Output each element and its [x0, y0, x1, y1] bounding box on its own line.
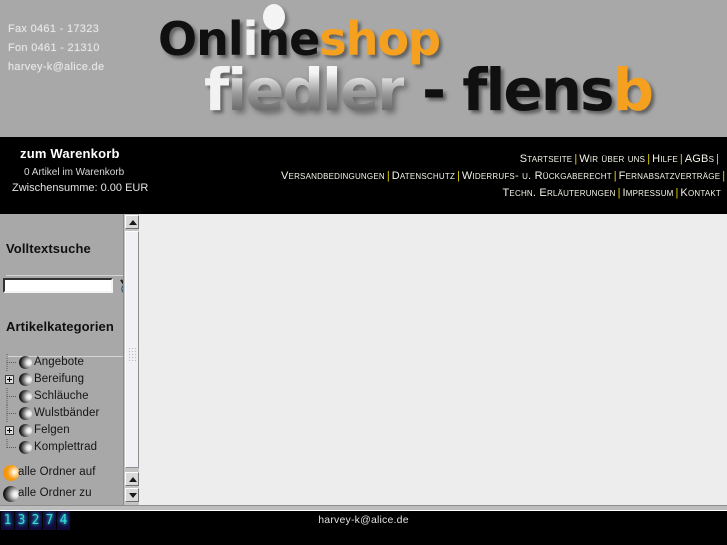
tree-item-komplettrad[interactable]: Komplettrad	[0, 439, 135, 456]
cart-subtotal: Zwischensumme: 0.00 EUR	[12, 182, 149, 194]
tree-bullet-icon	[19, 441, 32, 454]
expand-all-label: alle Ordner auf	[18, 466, 96, 478]
tree-item-felgen[interactable]: Felgen	[0, 422, 135, 439]
search-heading: Volltextsuche	[6, 241, 91, 256]
search-input[interactable]	[3, 278, 113, 293]
folder-open-ball-icon	[3, 465, 19, 481]
nav-link-kontakt[interactable]: Kontakt	[680, 187, 721, 199]
expand-plus-icon[interactable]	[5, 375, 14, 384]
tree-label: Komplettrad	[34, 441, 98, 453]
footer-bar: harvey-k@alice.de 1 3 2 7 4	[0, 511, 727, 545]
shopping-cart-summary[interactable]: zum Warenkorb 0 Artikel im Warenkorb Zwi…	[0, 137, 290, 194]
main-content-frame	[139, 213, 727, 505]
cart-link-title[interactable]: zum Warenkorb	[20, 146, 290, 161]
nav-link-fernabsatzvertraege[interactable]: Fernabsatzverträge	[619, 170, 721, 182]
logo-line-fiedler-flensburg: fiedler - flensb	[204, 56, 655, 124]
nav-row-2: Versandbedingungen | Datenschutz | Widerrufs…	[281, 168, 725, 185]
sidebar-scrollbar[interactable]	[123, 214, 139, 505]
nav-link-techn-erlaeuterungen[interactable]: Techn. Erläuterungen	[503, 187, 616, 199]
nav-link-agbs[interactable]: AGBs	[685, 153, 714, 165]
scrollbar-down-button[interactable]	[125, 488, 139, 502]
nav-separator: |	[679, 153, 683, 165]
tree-connector-icon	[6, 388, 17, 405]
tree-item-angebote[interactable]: Angebote	[0, 354, 135, 371]
folder-closed-ball-icon	[3, 486, 19, 502]
tree-label: Bereifung	[34, 373, 85, 385]
collapse-all-folders-button[interactable]: alle Ordner zu	[0, 483, 135, 504]
nav-link-hilfe[interactable]: Hilfe	[652, 153, 678, 165]
expand-all-folders-button[interactable]: alle Ordner auf	[0, 462, 135, 483]
visitor-counter: 1 3 2 7 4	[1, 511, 71, 530]
logo-i-dot-shape	[263, 4, 285, 30]
logo-text-f: f	[204, 56, 229, 124]
tree-bullet-icon	[19, 390, 32, 403]
tree-bullet-icon	[19, 407, 32, 420]
tree-label: Schläuche	[34, 390, 89, 402]
nav-separator: |	[722, 170, 726, 182]
navigation-bar: zum Warenkorb 0 Artikel im Warenkorb Zwi…	[0, 137, 727, 213]
contact-info-block: Fax 0461 - 17323 Fon 0461 - 21310 harvey…	[8, 20, 104, 77]
header-banner: Fax 0461 - 17323 Fon 0461 - 21310 harvey…	[0, 0, 727, 137]
counter-digit: 1	[1, 511, 15, 530]
fax-number: Fax 0461 - 17323	[8, 23, 100, 35]
cart-item-count: 0 Artikel im Warenkorb	[24, 167, 125, 178]
nav-separator: |	[386, 170, 390, 182]
nav-link-impressum[interactable]: Impressum	[622, 187, 673, 199]
nav-link-widerrufsrecht[interactable]: Widerrufs- u. Rückgaberecht	[462, 170, 612, 182]
scrollbar-up-button-bottom[interactable]	[125, 472, 139, 486]
tree-bullet-icon	[19, 356, 32, 369]
top-navigation-links: Startseite | Wir über uns | Hilfe | AGBs | Vers…	[281, 151, 725, 202]
nav-row-1: Startseite | Wir über uns | Hilfe | AGBs |	[281, 151, 721, 168]
tree-label: Felgen	[34, 424, 70, 436]
nav-separator: |	[457, 170, 460, 182]
footer-email: harvey-k@alice.de	[318, 514, 409, 526]
nav-link-wir-ueber-uns[interactable]: Wir über uns	[579, 153, 645, 165]
nav-row-3: Techn. Erläuterungen | Impressum | Kontakt	[281, 185, 721, 202]
nav-separator: |	[716, 153, 719, 165]
counter-digit: 7	[43, 511, 57, 530]
chevron-up-icon	[129, 220, 137, 225]
tree-item-wulstbaender[interactable]: Wulstbänder	[0, 405, 135, 422]
scrollbar-thumb[interactable]	[125, 231, 139, 468]
sidebar-inner: Volltextsuche Artikelkategorien Angebote…	[0, 214, 139, 505]
logo-text-b: b	[612, 56, 655, 124]
chevron-up-icon	[129, 477, 137, 482]
logo-text-iedler: iedler	[227, 56, 406, 124]
tree-bullet-icon	[19, 373, 32, 386]
category-tree: Angebote Bereifung Schläuche Wulstbänder…	[0, 354, 135, 504]
tree-item-schlaeuche[interactable]: Schläuche	[0, 388, 135, 405]
chevron-down-icon	[129, 493, 137, 498]
collapse-all-label: alle Ordner zu	[18, 487, 92, 499]
sidebar-frame: Volltextsuche Artikelkategorien Angebote…	[0, 213, 139, 505]
counter-digit: 2	[29, 511, 43, 530]
categories-heading: Artikelkategorien	[6, 319, 114, 334]
counter-digit: 3	[15, 511, 29, 530]
tree-bullet-icon	[19, 424, 32, 437]
expand-plus-icon[interactable]	[5, 426, 14, 435]
phone-number: Fon 0461 - 21310	[8, 42, 100, 54]
counter-digit: 4	[57, 511, 71, 530]
nav-link-startseite[interactable]: Startseite	[520, 153, 573, 165]
tree-item-bereifung[interactable]: Bereifung	[0, 371, 135, 388]
nav-link-versandbedingungen[interactable]: Versandbedingungen	[281, 170, 385, 182]
nav-separator: |	[613, 170, 617, 182]
tree-connector-icon	[6, 354, 17, 371]
scrollbar-grip-icon	[128, 347, 137, 361]
tree-connector-icon	[6, 439, 17, 448]
scrollbar-up-button[interactable]	[125, 215, 139, 229]
tree-label: Wulstbänder	[34, 407, 100, 419]
divider-search	[6, 275, 132, 276]
tree-connector-icon	[6, 405, 17, 422]
header-email: harvey-k@alice.de	[8, 61, 105, 73]
logo-text-flensb: - flens	[403, 56, 615, 124]
tree-label: Angebote	[34, 356, 85, 368]
site-logo[interactable]: Onlineshop fiedler - flensb	[152, 0, 727, 137]
content-region: Volltextsuche Artikelkategorien Angebote…	[0, 213, 727, 505]
nav-link-datenschutz[interactable]: Datenschutz	[392, 170, 455, 182]
